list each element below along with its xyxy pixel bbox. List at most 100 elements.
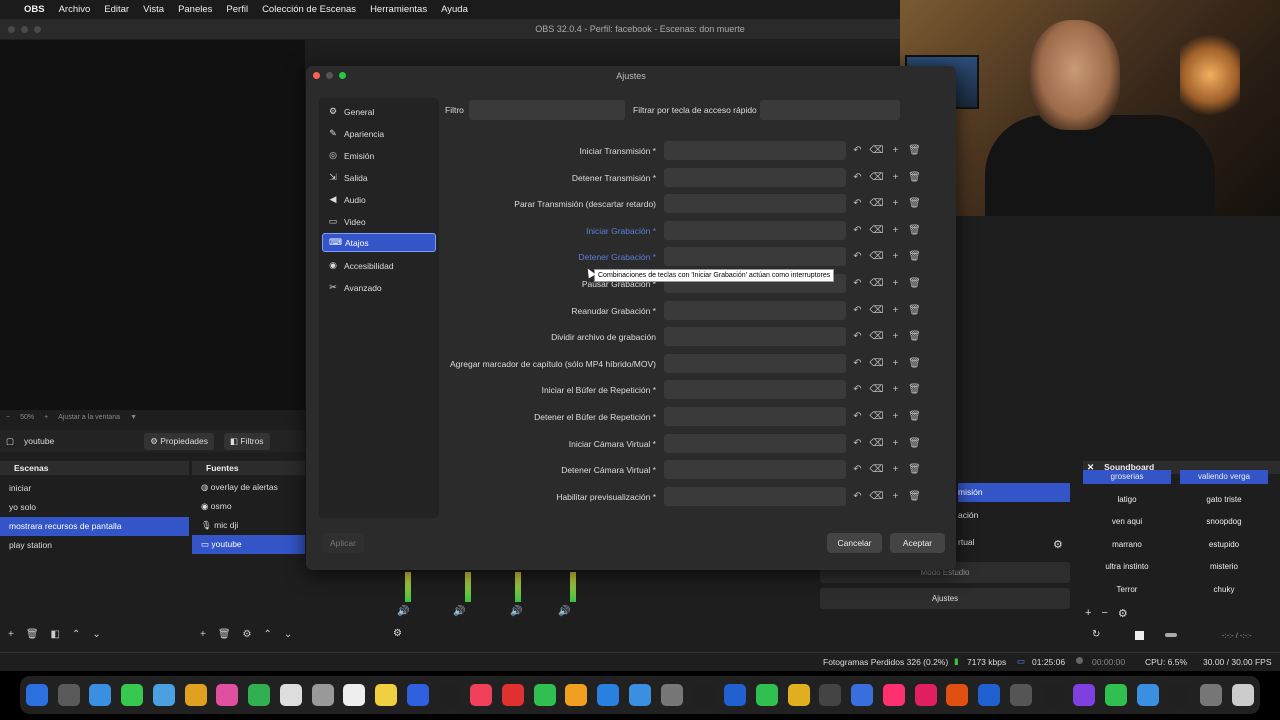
clear-icon[interactable]: ⌫ <box>867 354 886 373</box>
revert-icon[interactable]: ↶ <box>848 194 867 213</box>
dock-app-icon[interactable] <box>1168 684 1191 706</box>
fit-to-window[interactable]: Ajustar a la ventana <box>58 414 120 421</box>
trash-icon[interactable]: 🗑 <box>905 487 924 506</box>
add-icon[interactable]: + <box>886 141 905 160</box>
dock-app-icon[interactable] <box>311 684 334 706</box>
scene-item[interactable]: iniciar <box>0 479 189 498</box>
clear-icon[interactable]: ⌫ <box>867 221 886 240</box>
sound-button[interactable]: groserias <box>1083 470 1171 484</box>
dock-app-icon[interactable] <box>470 684 493 706</box>
menu-ayuda[interactable]: Ayuda <box>441 4 468 15</box>
clear-icon[interactable]: ⌫ <box>867 194 886 213</box>
revert-icon[interactable]: ↶ <box>848 434 867 453</box>
menu-perfil[interactable]: Perfil <box>226 4 248 15</box>
dock-app-icon[interactable] <box>343 684 366 706</box>
add-icon[interactable]: + <box>886 274 905 293</box>
dock-app-icon[interactable] <box>1231 684 1254 706</box>
revert-icon[interactable]: ↶ <box>848 327 867 346</box>
scene-item[interactable]: yo solo <box>0 498 189 517</box>
trash-icon[interactable]: 🗑 <box>218 629 231 640</box>
nav-atajos[interactable]: ⌨ Atajos <box>322 233 436 252</box>
clear-icon[interactable]: ⌫ <box>867 301 886 320</box>
add-icon[interactable]: + <box>886 301 905 320</box>
trash-icon[interactable]: 🗑 <box>26 629 39 640</box>
revert-icon[interactable]: ↶ <box>848 141 867 160</box>
trash-icon[interactable]: 🗑 <box>905 274 924 293</box>
trash-icon[interactable]: 🗑 <box>905 380 924 399</box>
source-item-selected[interactable]: ▭ youtube <box>192 535 305 554</box>
trash-icon[interactable]: 🗑 <box>905 327 924 346</box>
cancel-button[interactable]: Cancelar <box>827 533 882 553</box>
revert-icon[interactable]: ↶ <box>848 168 867 187</box>
sound-button[interactable]: snoopdog <box>1180 512 1268 532</box>
dock-app-icon[interactable] <box>946 684 969 706</box>
revert-icon[interactable]: ↶ <box>848 407 867 426</box>
dock-app-icon[interactable] <box>851 684 874 706</box>
clear-icon[interactable]: ⌫ <box>867 247 886 266</box>
nav-audio[interactable]: ◀ Audio <box>322 190 436 209</box>
revert-icon[interactable]: ↶ <box>848 274 867 293</box>
revert-icon[interactable]: ↶ <box>848 354 867 373</box>
nav-accesibilidad[interactable]: ◉ Accesibilidad <box>322 256 436 275</box>
trash-icon[interactable]: 🗑 <box>905 434 924 453</box>
hotkey-input[interactable] <box>664 407 846 426</box>
hotkey-input[interactable] <box>664 487 846 506</box>
dock-app-icon[interactable] <box>26 684 48 706</box>
clear-icon[interactable]: ⌫ <box>867 141 886 160</box>
hotkey-input[interactable] <box>664 301 846 320</box>
menu-app-name[interactable]: OBS <box>24 4 45 15</box>
clear-icon[interactable]: ⌫ <box>867 434 886 453</box>
trash-icon[interactable]: 🗑 <box>905 460 924 479</box>
menu-vista[interactable]: Vista <box>143 4 164 15</box>
clear-icon[interactable]: ⌫ <box>867 327 886 346</box>
dock-app-icon[interactable] <box>692 684 715 706</box>
dock-app-icon[interactable] <box>152 684 175 706</box>
trash-icon[interactable]: 🗑 <box>905 221 924 240</box>
add-icon[interactable]: + <box>886 460 905 479</box>
add-icon[interactable]: + <box>886 434 905 453</box>
dock-app-icon[interactable] <box>1073 684 1096 706</box>
hotkey-input[interactable] <box>664 434 846 453</box>
sound-button[interactable]: chuky <box>1180 580 1268 600</box>
add-icon[interactable]: + <box>1085 607 1091 620</box>
control-label[interactable]: ación <box>958 510 978 520</box>
window-zoom-button[interactable] <box>34 26 41 33</box>
control-label[interactable]: rtual <box>958 537 975 547</box>
dock-app-icon[interactable] <box>755 684 778 706</box>
speaker-icon[interactable]: 🔊 <box>453 606 465 617</box>
sound-button[interactable]: latigo <box>1083 490 1171 510</box>
sound-button[interactable]: gato triste <box>1180 490 1268 510</box>
hotkey-input[interactable] <box>664 168 846 187</box>
nav-emision[interactable]: ◎ Emisión <box>322 146 436 165</box>
window-minimize-button[interactable] <box>21 26 28 33</box>
dock-app-icon[interactable] <box>406 684 429 706</box>
add-icon[interactable]: + <box>886 194 905 213</box>
sound-button[interactable]: valiendo verga <box>1180 470 1268 484</box>
hotkey-input[interactable] <box>664 380 846 399</box>
clear-icon[interactable]: ⌫ <box>867 380 886 399</box>
dock-app-icon[interactable] <box>57 684 80 706</box>
hotkey-input[interactable] <box>664 141 846 160</box>
arrow-up-icon[interactable]: ⌃ <box>264 629 272 640</box>
clear-icon[interactable]: ⌫ <box>867 460 886 479</box>
add-icon[interactable]: + <box>886 221 905 240</box>
add-icon[interactable]: + <box>886 380 905 399</box>
revert-icon[interactable]: ↶ <box>848 247 867 266</box>
add-icon[interactable]: + <box>886 354 905 373</box>
menu-paneles[interactable]: Paneles <box>178 4 212 15</box>
hotkey-input[interactable] <box>664 247 846 266</box>
dock-app-icon[interactable] <box>1041 684 1064 706</box>
nav-general[interactable]: ⚙ General <box>322 102 436 121</box>
scene-item-selected[interactable]: mostrara recursos de pantalla <box>0 517 189 536</box>
dock-app-icon[interactable] <box>1136 684 1159 706</box>
add-icon[interactable]: + <box>8 629 14 640</box>
menu-archivo[interactable]: Archivo <box>59 4 91 15</box>
refresh-icon[interactable]: ↻ <box>1092 629 1100 640</box>
control-button-active[interactable]: misión <box>958 483 1070 502</box>
dock-app-icon[interactable] <box>660 684 683 706</box>
dock-app-icon[interactable] <box>248 684 271 706</box>
trash-icon[interactable]: 🗑 <box>905 168 924 187</box>
scene-item[interactable]: play station <box>0 536 189 555</box>
window-close-button[interactable] <box>8 26 15 33</box>
source-item[interactable]: ◉ osmo <box>192 497 305 516</box>
